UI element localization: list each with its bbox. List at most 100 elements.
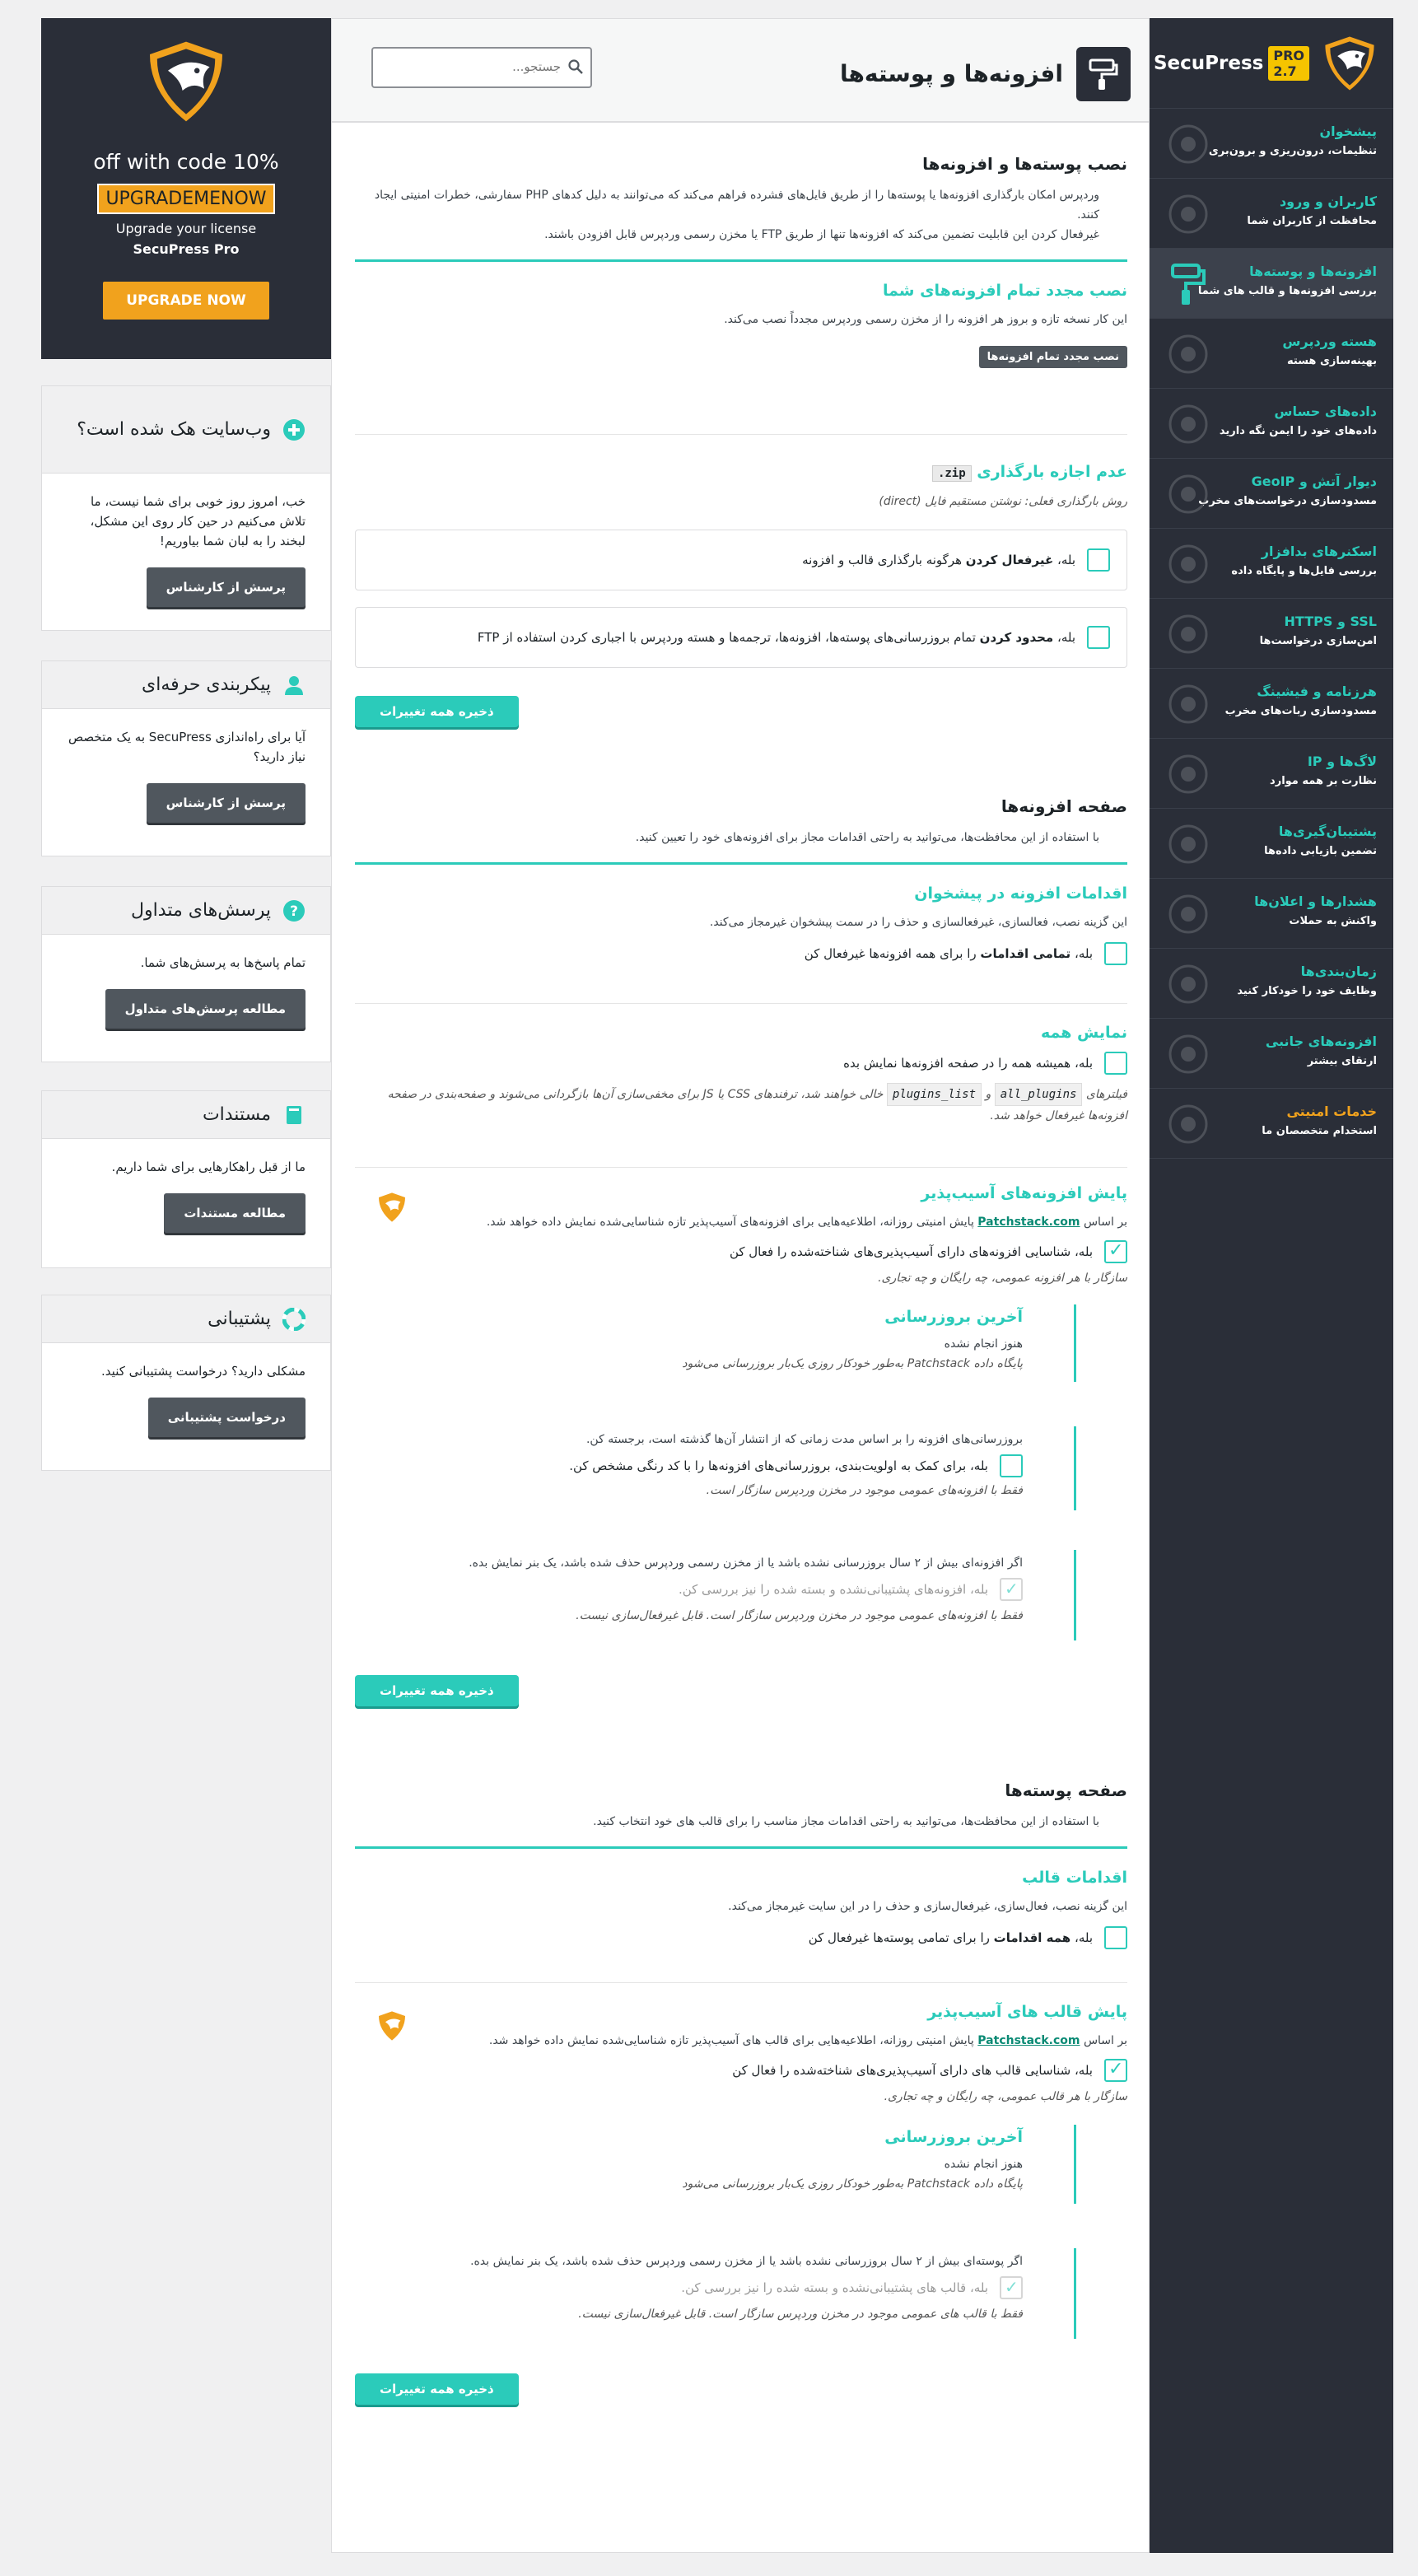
- eagle-logo-icon: [150, 41, 222, 122]
- last-update-title: آخرین بروزرسانی: [884, 2128, 1023, 2146]
- search-box[interactable]: [371, 47, 592, 88]
- nav-item-10[interactable]: لاگ‌ها و IP نظارت بر همه موارد: [1150, 739, 1393, 809]
- option-disable-uploads[interactable]: بله، غیرفعال کردن هرگونه بارگذاری قالب و…: [355, 530, 1127, 590]
- patchstack-link[interactable]: Patchstack.com: [977, 1216, 1080, 1229]
- color-updates-checkbox[interactable]: [1000, 1454, 1023, 1477]
- plus-circle-icon: [283, 418, 305, 441]
- nav-item-7[interactable]: اسکنرهای بدافزار بررسی فایل‌ها و پایگاه د…: [1150, 529, 1393, 599]
- theme-actions-title: اقدامات قالب: [1022, 1869, 1127, 1887]
- widget-pro-config: پیکربندی حرفه‌ای آیا برای راه‌اندازی Sec…: [41, 660, 331, 856]
- brand[interactable]: SecuPress PRO 2.7: [1150, 18, 1393, 109]
- promo-product: SecuPress Pro: [133, 241, 240, 257]
- update-age-note: فقط با افزونه‌های عمومی موجود در مخزن ور…: [706, 1484, 1023, 1497]
- brand-name: SecuPress PRO 2.7: [1154, 45, 1309, 81]
- option-disable-plugin-actions[interactable]: بله، تمامی اقدامات را برای همه افزونه‌ها…: [355, 942, 1127, 965]
- ask-expert-button[interactable]: پرسش از کارشناس: [146, 567, 306, 607]
- disable-theme-actions-checkbox[interactable]: [1104, 1926, 1127, 1949]
- wordpress-icon: [1168, 334, 1208, 374]
- nav-item-2[interactable]: کاربران و ورود محافظت از کاربران شما: [1150, 179, 1393, 249]
- nav-item-6[interactable]: دیوار آتش و GeoIP مسدودسازی درخواست‌های م…: [1150, 459, 1393, 529]
- search-input[interactable]: [380, 49, 561, 85]
- nav-item-4[interactable]: هسته وردپرس بهینه‌سازی هسته: [1150, 319, 1393, 389]
- gears-icon: [1168, 1034, 1208, 1074]
- request-support-button[interactable]: درخواست پشتیبانی: [147, 1398, 306, 1437]
- old-themes-desc: اگر پوسته‌ای بیش از ۲ سال بروزرسانی نشده…: [470, 2255, 1023, 2268]
- widget-support: پشتیبانی مشکلی دارید؟ درخواست پشتیبانی ک…: [41, 1295, 331, 1471]
- promo-upgrade-line: Upgrade your license: [115, 221, 257, 236]
- ask-expert-button[interactable]: پرسش از کارشناس: [146, 783, 306, 823]
- save-changes-button[interactable]: ذخیره همه تغییرات: [355, 1675, 519, 1706]
- separator: [355, 1167, 1127, 1168]
- update-age-block: بروزرسانی‌های افزونه را بر اساس مدت زمان…: [355, 1426, 1076, 1510]
- save-changes-button[interactable]: ذخیره همه تغییرات: [355, 2373, 519, 2405]
- vulnerable-plugins-desc: بر اساس Patchstack.com پایش امنیتی روزان…: [486, 1216, 1127, 1229]
- paint-roller-icon: [1076, 47, 1131, 101]
- nav-item-8[interactable]: SSL و HTTPS امن‌سازی درخواست‌ها: [1150, 599, 1393, 669]
- separator: [355, 1982, 1127, 1983]
- detect-vulnerable-themes-checkbox[interactable]: [1104, 2059, 1127, 2082]
- plugin-actions-desc: این گزینه نصب، فعالسازی، غیرفعالسازی و ح…: [709, 916, 1127, 929]
- option-label: بله، افزونه‌های پشتیبانی‌نشده و بسته شده…: [678, 1582, 988, 1597]
- option-detect-vulnerable-themes[interactable]: بله، شناسایی قالب های دارای آسیب‌پذیری‌ه…: [355, 2059, 1127, 2082]
- last-update-title: آخرین بروزرسانی: [884, 1308, 1023, 1326]
- option-detect-vulnerable-plugins[interactable]: بله، شناسایی افزونه‌های دارای آسیب‌پذیری…: [355, 1240, 1127, 1263]
- detect-vulnerable-plugins-checkbox[interactable]: [1104, 1240, 1127, 1263]
- nav-item-12[interactable]: هشدارها و اعلان‌ها واکنش به حملات: [1150, 879, 1393, 949]
- show-all-checkbox[interactable]: [1104, 1052, 1127, 1075]
- old-plugins-note: فقط با افزونه‌های عمومی موجود در مخزن ور…: [576, 1609, 1023, 1622]
- option-color-updates[interactable]: بله، برای کمک به اولویت‌بندی، بروزرسانی‌…: [355, 1454, 1023, 1477]
- widget-title: وب‌سایت هک شده است؟: [77, 418, 271, 440]
- disable-plugin-actions-checkbox[interactable]: [1104, 942, 1127, 965]
- separator: [355, 434, 1127, 435]
- reinstall-plugins-button[interactable]: نصب مجدد تمام افزونه‌ها: [978, 346, 1127, 368]
- plugins-section-title: صفحه افزونه‌ها: [1001, 796, 1127, 816]
- patchstack-link[interactable]: Patchstack.com: [977, 2034, 1080, 2047]
- option-label: بله، همیشه همه را در صفحه افزونه‌ها نمای…: [843, 1056, 1093, 1071]
- bell-icon: [1168, 894, 1208, 934]
- option-disable-theme-actions[interactable]: بله، همه اقدامات را برای تمامی پوسته‌ها …: [355, 1926, 1127, 1949]
- nav-item-13[interactable]: زمان‌بندی‌ها وظایف خود را خودکار کنید: [1150, 949, 1393, 1019]
- nav-item-1[interactable]: پیشخوان تنظیمات، درون‌ریزی و برون‌بری: [1150, 109, 1393, 179]
- read-docs-button[interactable]: مطالعه مستندات: [164, 1193, 306, 1233]
- nav-item-3[interactable]: افزونه‌ها و پوسته‌ها بررسی افزونه‌ها و قا…: [1150, 249, 1393, 319]
- read-faq-button[interactable]: مطالعه پرسش‌های متداول: [105, 989, 306, 1029]
- plugins-desc: با استفاده از این محافظت‌ها، می‌توانید ب…: [635, 831, 1099, 844]
- search-icon[interactable]: [567, 58, 584, 78]
- old-themes-block: اگر پوسته‌ای بیش از ۲ سال بروزرسانی نشده…: [355, 2248, 1076, 2339]
- nav-item-15[interactable]: خدمات امنیتی استخدام متخصصان ما: [1150, 1089, 1393, 1159]
- widget-body: ما از قبل راهکارهایی برای شما داریم.: [111, 1160, 306, 1174]
- show-all-title: نمایش همه: [1040, 1024, 1127, 1042]
- nav-item-9[interactable]: هرزنامه و فیشینگ مسدودسازی ربات‌های مخرب: [1150, 669, 1393, 739]
- option-label: بله، قالب های پشتیبانی‌نشده و بسته شده ر…: [681, 2280, 988, 2295]
- plugin-actions-title: اقدامات افزونه در پیشخوان: [914, 884, 1127, 903]
- settings-content: نصب پوسته‌ها و افزونه‌ها وردپرس امکان با…: [332, 123, 1149, 2405]
- nav-item-5[interactable]: داده‌های حساس داده‌های خود را ایمن نگه دا…: [1150, 389, 1393, 459]
- section-divider: [355, 862, 1127, 865]
- force-ftp-checkbox[interactable]: [1087, 626, 1110, 649]
- option-label: بله، محدود کردن تمام بروزرسانی‌های پوسته…: [477, 630, 1075, 645]
- widget-title: پیکربندی حرفه‌ای: [142, 674, 271, 695]
- option-show-all[interactable]: بله، همیشه همه را در صفحه افزونه‌ها نمای…: [355, 1052, 1127, 1075]
- install-section-title: نصب پوسته‌ها و افزونه‌ها: [922, 154, 1127, 174]
- install-desc-2: غیرفعال کردن این قابلیت تضمین می‌کند که …: [544, 228, 1099, 241]
- nav-list: پیشخوان تنظیمات، درون‌ریزی و برون‌بری کارب…: [1150, 109, 1393, 1159]
- lock-icon: [1168, 614, 1208, 654]
- reinstall-title: نصب مجدد تمام افزونه‌های شما: [882, 282, 1127, 300]
- old-plugins-checkbox: [1000, 1578, 1023, 1601]
- save-changes-button[interactable]: ذخیره همه تغییرات: [355, 696, 519, 727]
- option-old-themes: بله، قالب های پشتیبانی‌نشده و بسته شده ر…: [355, 2276, 1023, 2299]
- archive-icon: [1168, 824, 1208, 864]
- option-force-ftp[interactable]: بله، محدود کردن تمام بروزرسانی‌های پوسته…: [355, 607, 1127, 668]
- document-icon: [1168, 404, 1208, 444]
- nav-item-14[interactable]: افزونه‌های جانبی ارتقای بیشتر: [1150, 1019, 1393, 1089]
- widget-docs: مستندات ما از قبل راهکارهایی برای شما دا…: [41, 1090, 331, 1268]
- widget-body: تمام پاسخ‌ها به پرسش‌های شما.: [140, 955, 306, 970]
- option-label: بله، شناسایی افزونه‌های دارای آسیب‌پذیری…: [729, 1244, 1093, 1259]
- option-label: بله، غیرفعال کردن هرگونه بارگذاری قالب و…: [802, 553, 1075, 567]
- disable-uploads-checkbox[interactable]: [1087, 548, 1110, 572]
- upgrade-now-button[interactable]: UPGRADE NOW: [103, 282, 269, 320]
- nav-item-11[interactable]: پشتیبان‌گیری‌ها تضمین بازیابی داده‌ها: [1150, 809, 1393, 879]
- reinstall-desc: این کار نسخه تازه و بروز هر افزونه را از…: [724, 313, 1127, 326]
- filter-all-plugins: all_plugins: [994, 1083, 1083, 1106]
- secupress-nav: SecuPress PRO 2.7 پیشخوان تنظیمات، درون‌ر…: [1150, 18, 1393, 2553]
